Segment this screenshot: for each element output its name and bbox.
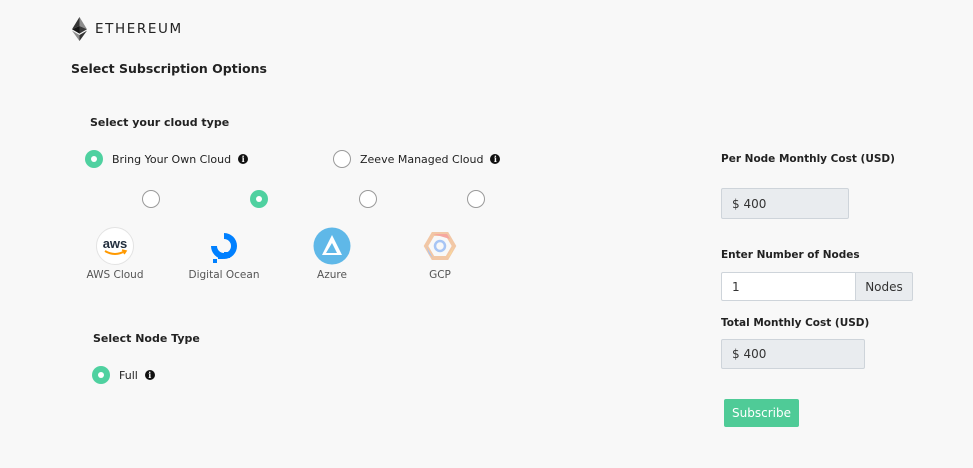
aws-icon: aws [96,227,134,265]
radio-full-node[interactable] [92,366,110,384]
radio-azure[interactable] [359,190,377,208]
radio-bring-your-own-cloud[interactable] [85,150,103,168]
nodes-count-input[interactable]: 1 [721,272,856,301]
page-title: Select Subscription Options [71,61,267,76]
svg-text:aws: aws [103,236,128,251]
per-node-cost-label: Per Node Monthly Cost (USD) [721,153,895,165]
radio-gcp[interactable] [467,190,485,208]
nodes-count-group: 1 Nodes [721,272,913,301]
provider-gcp[interactable]: GCP [400,227,480,281]
info-icon[interactable]: i [490,154,501,164]
provider-label: AWS Cloud [86,269,144,281]
provider-azure[interactable]: Azure [292,227,372,281]
option-bring-your-own-cloud[interactable]: Bring Your Own Cloud i [85,150,249,168]
provider-label: GCP [429,269,451,281]
radio-zeeve-managed-cloud[interactable] [333,150,351,168]
total-cost-label: Total Monthly Cost (USD) [721,317,870,329]
subscribe-button[interactable]: Subscribe [724,399,799,427]
info-icon[interactable]: i [144,370,155,380]
option-full-node[interactable]: Full i [92,366,155,384]
nodes-addon: Nodes [856,272,913,301]
option-label: Full [119,368,138,382]
option-zeeve-managed-cloud[interactable]: Zeeve Managed Cloud i [333,150,501,168]
option-label: Zeeve Managed Cloud [360,152,484,166]
node-section-title: Select Node Type [93,332,200,345]
provider-aws[interactable]: aws AWS Cloud [75,227,155,281]
per-node-cost-field: $ 400 [721,188,849,219]
provider-label: Digital Ocean [188,269,260,281]
total-cost-field: $ 400 [721,339,865,369]
info-icon[interactable]: i [238,154,249,164]
azure-icon [313,227,351,265]
brand-logo: ETHEREUM [72,17,183,41]
cloud-section-title: Select your cloud type [90,116,230,129]
radio-aws[interactable] [142,190,160,208]
option-label: Bring Your Own Cloud [112,152,232,166]
gcp-icon [423,232,457,260]
radio-digital-ocean[interactable] [250,190,268,208]
digital-ocean-icon [211,233,237,263]
nodes-count-label: Enter Number of Nodes [721,249,860,261]
provider-digital-ocean[interactable]: Digital Ocean [184,227,264,281]
brand-name: ETHEREUM [95,21,183,37]
provider-label: Azure [317,269,347,281]
ethereum-icon [72,17,87,41]
